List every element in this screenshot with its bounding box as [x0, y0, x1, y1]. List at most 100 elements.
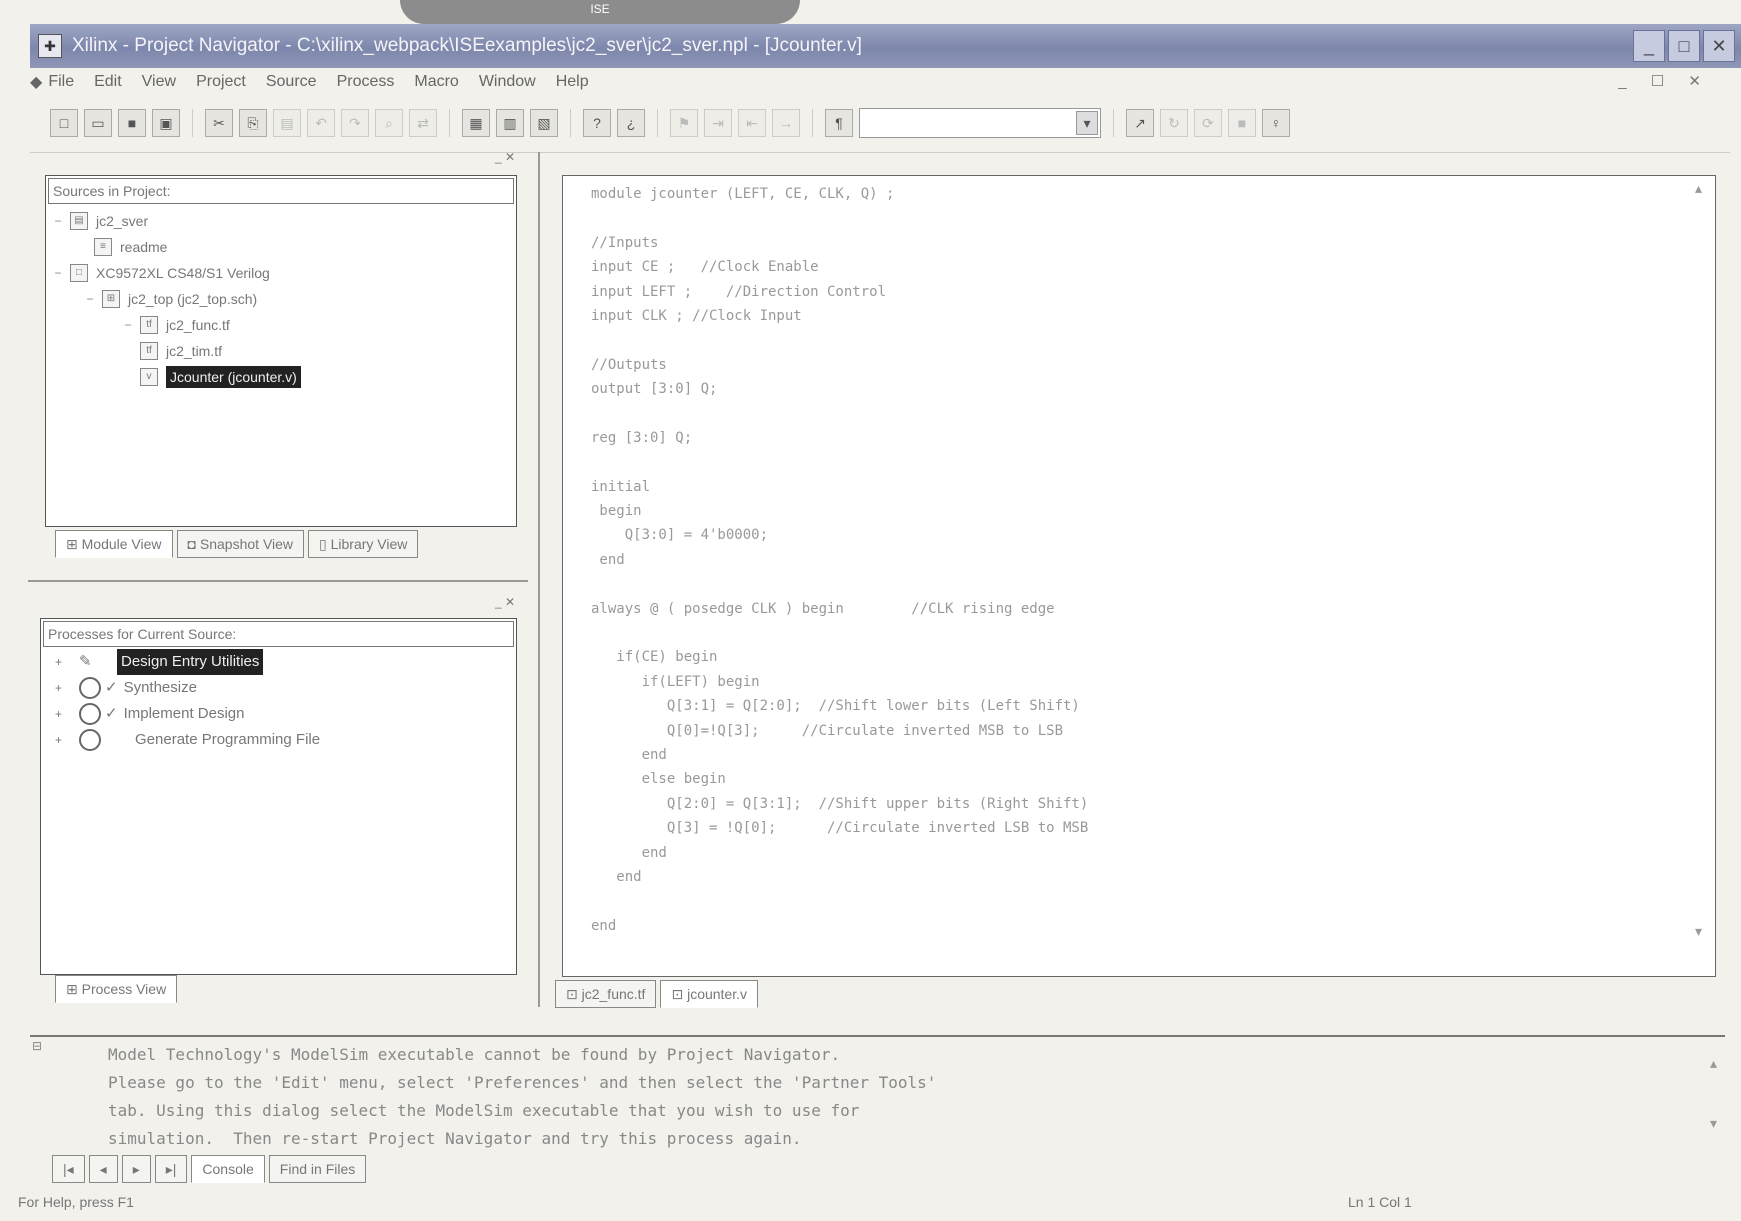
code-line: Q[2:0] = Q[3:1]; //Shift upper bits (Rig… [591, 795, 1089, 812]
maximize-button[interactable]: □ [1668, 30, 1700, 62]
process-item-synthesize[interactable]: + ✓ Synthesize [55, 675, 197, 701]
arrange-icon[interactable]: ▧ [530, 109, 558, 137]
rerun-icon[interactable]: ↻ [1160, 109, 1188, 137]
project-icon: ▤ [70, 212, 88, 230]
process-item-design-entry[interactable]: + ✎ Design Entry Utilities [55, 649, 264, 675]
prev-bookmark-icon[interactable]: ⇤ [738, 109, 766, 137]
cascade-windows-icon[interactable]: ▦ [462, 109, 490, 137]
tab-process-view[interactable]: ⊞ Process View [55, 975, 178, 1003]
code-line: Q[3:0] = 4'b0000; [591, 527, 769, 544]
save-all-icon[interactable]: ▣ [152, 109, 180, 137]
run-icon[interactable]: ↗ [1126, 109, 1154, 137]
device-icon: □ [70, 264, 88, 282]
process-item-implement[interactable]: + ✓ Implement Design [55, 701, 244, 727]
new-file-icon[interactable]: □ [50, 109, 78, 137]
tab-find-in-files[interactable]: Find in Files [268, 1155, 367, 1183]
scroll-down-icon[interactable]: ▾ [1695, 923, 1702, 940]
tree-item-readme[interactable]: ≡ readme [94, 236, 167, 258]
tree-item-project[interactable]: − ▤ jc2_sver [52, 210, 148, 232]
stop-icon[interactable]: ■ [1228, 109, 1256, 137]
document-icon[interactable]: ◆ [30, 72, 42, 92]
rerun-all-icon[interactable]: ⟳ [1194, 109, 1222, 137]
console-scroll-up-icon[interactable]: ▴ [1710, 1055, 1717, 1072]
sources-tabs: ⊞ Module View ◘ Snapshot View ▯ Library … [55, 530, 422, 558]
code-line: if(LEFT) begin [591, 673, 760, 690]
tree-item-jc2-top[interactable]: − ⊞ jc2_top (jc2_top.sch) [84, 288, 257, 310]
tab-nav-next[interactable]: ▸ [121, 1155, 151, 1183]
menu-process[interactable]: Process [337, 73, 395, 91]
console-tabs: |◂ ◂ ▸ ▸| Console Find in Files [52, 1155, 370, 1183]
sources-panel: Sources in Project: − ▤ jc2_sver ≡ readme −… [45, 175, 517, 527]
tab-snapshot-view[interactable]: ◘ Snapshot View [176, 530, 305, 558]
scroll-up-icon[interactable]: ▴ [1695, 180, 1713, 197]
tab-console[interactable]: Console [191, 1155, 265, 1183]
context-help-icon[interactable]: ¿ [617, 109, 645, 137]
tab-jc2-func[interactable]: ⊡ jc2_func.tf [555, 980, 657, 1008]
open-folder-icon[interactable]: ▭ [84, 109, 112, 137]
code-line: end [591, 551, 625, 568]
code-text[interactable]: module jcounter (LEFT, CE, CLK, Q) ; //In… [591, 182, 1088, 938]
tree-item-jc2-tim[interactable]: tf jc2_tim.tf [140, 340, 222, 362]
tab-nav-prev[interactable]: ◂ [88, 1155, 118, 1183]
save-icon[interactable]: ■ [118, 109, 146, 137]
undo-icon[interactable]: ↶ [307, 109, 335, 137]
tab-nav-last[interactable]: ▸| [154, 1155, 188, 1183]
tree-item-jcounter[interactable]: v Jcounter (jcounter.v) [140, 366, 301, 388]
process-panel-caption: _ ✕ [40, 595, 515, 613]
code-line: end [591, 868, 642, 885]
replace-icon[interactable]: ⇄ [409, 109, 437, 137]
bookmark-icon[interactable]: ⚑ [670, 109, 698, 137]
tab-library-view[interactable]: ▯ Library View [308, 530, 419, 558]
tab-jcounter[interactable]: ⊡ jcounter.v [660, 980, 759, 1008]
code-line: //Outputs [591, 356, 667, 373]
tab-module-view[interactable]: ⊞ Module View [55, 530, 173, 558]
paste-icon[interactable]: ▤ [273, 109, 301, 137]
sources-close-icon[interactable]: _ ✕ [495, 150, 515, 164]
menu-view[interactable]: View [142, 73, 176, 91]
status-circle-icon [79, 677, 101, 699]
menu-project[interactable]: Project [196, 73, 246, 91]
tree-item-device[interactable]: − □ XC9572XL CS48/S1 Verilog [52, 262, 270, 284]
process-panel: Processes for Current Source: + ✎ Design… [40, 618, 517, 975]
cut-icon[interactable]: ✂ [205, 109, 233, 137]
copy-icon[interactable]: ⎘ [239, 109, 267, 137]
console-grip-icon[interactable]: ⊟ [32, 1039, 42, 1053]
app-icon[interactable]: ✚ [38, 34, 62, 58]
tile-windows-icon[interactable]: ▥ [496, 109, 524, 137]
menu-source[interactable]: Source [266, 73, 317, 91]
search-combo[interactable] [859, 108, 1101, 138]
indent-icon[interactable]: → [772, 109, 800, 137]
code-line: begin [591, 503, 642, 520]
language-template-icon[interactable]: ¶ [825, 109, 853, 137]
close-button[interactable]: ✕ [1703, 30, 1735, 62]
console-text: Model Technology's ModelSim executable c… [108, 1041, 936, 1153]
menu-macro[interactable]: Macro [414, 73, 458, 91]
menu-file[interactable]: File [48, 73, 74, 91]
console-scroll-down-icon[interactable]: ▾ [1710, 1115, 1717, 1132]
status-circle-icon [79, 729, 101, 751]
status-bar: For Help, press F1 Ln 1 Col 1 [18, 1194, 1718, 1216]
help-icon[interactable]: ? [583, 109, 611, 137]
next-bookmark-icon[interactable]: ⇥ [704, 109, 732, 137]
menu-help[interactable]: Help [556, 73, 589, 91]
lightbulb-icon[interactable]: ♀ [1262, 109, 1290, 137]
process-item-generate[interactable]: + Generate Programming File [55, 727, 320, 753]
redo-icon[interactable]: ↷ [341, 109, 369, 137]
testbench-icon: tf [140, 316, 158, 334]
code-editor[interactable]: module jcounter (LEFT, CE, CLK, Q) ; //In… [562, 175, 1716, 977]
mdi-controls[interactable]: _ ☐ ✕ [1618, 72, 1711, 90]
editor-scrollbar[interactable]: ▴ ▾ [1695, 180, 1713, 940]
schematic-icon: ⊞ [102, 290, 120, 308]
tab-nav-first[interactable]: |◂ [52, 1155, 85, 1183]
menu-window[interactable]: Window [479, 73, 536, 91]
menu-edit[interactable]: Edit [94, 73, 122, 91]
testbench-icon: tf [140, 342, 158, 360]
minimize-button[interactable]: _ [1633, 30, 1665, 62]
tree-item-jc2-func[interactable]: − tf jc2_func.tf [122, 314, 230, 336]
text-file-icon: ≡ [94, 238, 112, 256]
process-close-icon[interactable]: _ ✕ [495, 595, 515, 609]
find-icon[interactable]: ⌕ [375, 109, 403, 137]
